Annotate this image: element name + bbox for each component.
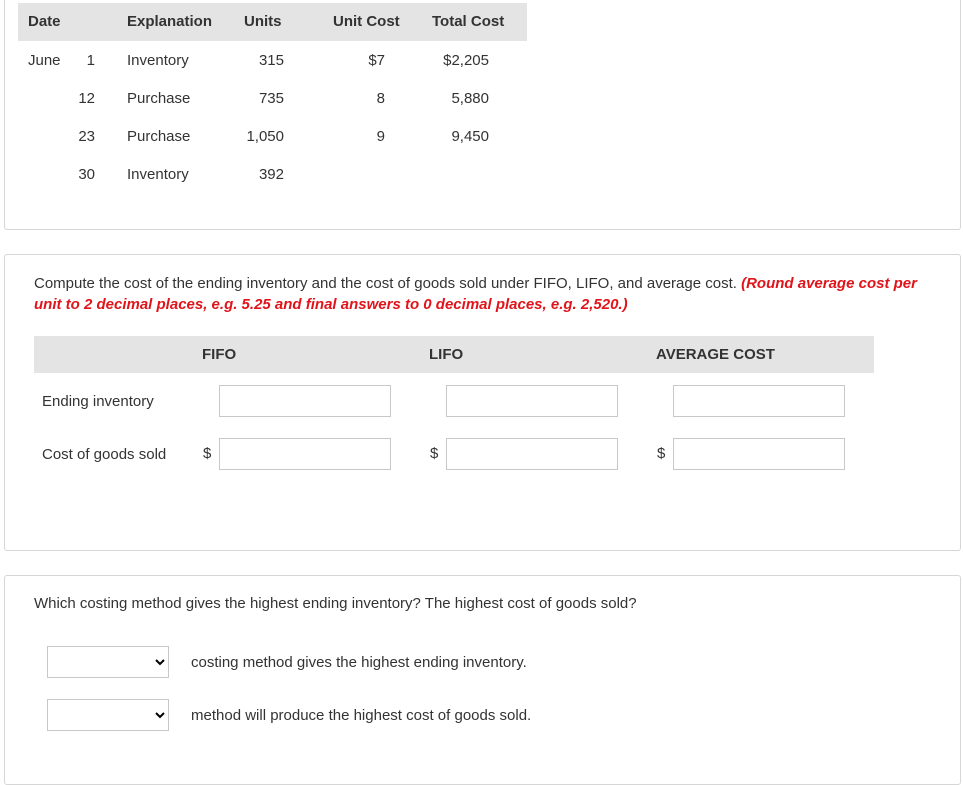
row-units: 1,050 <box>246 128 284 145</box>
row-explanation: Purchase <box>127 90 191 107</box>
select1-suffix: costing method gives the highest ending … <box>191 654 527 671</box>
row-unit-cost: 9 <box>376 128 385 145</box>
row-units: 315 <box>258 52 284 69</box>
fifo-ending-inventory-input[interactable] <box>219 385 391 417</box>
header-lifo: LIFO <box>429 346 464 363</box>
header-units: Units <box>244 13 282 30</box>
row-unit-cost: $7 <box>368 52 385 69</box>
instruction-text: Compute the cost of the ending inventory… <box>34 275 737 292</box>
label-ending-inventory: Ending inventory <box>42 393 154 410</box>
dollar-sign: $ <box>203 445 212 462</box>
select2-suffix: method will produce the highest cost of … <box>191 707 532 724</box>
row-unit-cost: 8 <box>376 90 385 107</box>
row-explanation: Inventory <box>127 52 189 69</box>
row-month: June <box>28 52 61 69</box>
rounding-note: (Round average cost per <box>741 275 917 292</box>
header-unit-cost: Unit Cost <box>333 13 400 30</box>
row-explanation: Purchase <box>127 128 191 145</box>
rounding-note-2: unit to 2 decimal places, e.g. 5.25 and … <box>34 296 628 313</box>
row-day: 1 <box>86 52 95 69</box>
highest-cogs-select[interactable] <box>47 699 169 731</box>
fifo-cogs-input[interactable] <box>219 438 391 470</box>
lifo-cogs-input[interactable] <box>446 438 618 470</box>
question-text: Which costing method gives the highest e… <box>34 595 637 612</box>
header-average-cost: AVERAGE COST <box>656 346 775 363</box>
row-day: 12 <box>78 90 95 107</box>
row-total-cost: $2,205 <box>443 52 489 69</box>
row-total-cost: 5,880 <box>451 90 489 107</box>
header-explanation: Explanation <box>127 13 213 30</box>
row-explanation: Inventory <box>127 166 189 183</box>
row-units: 392 <box>258 166 284 183</box>
header-date: Date <box>28 13 61 30</box>
avg-ending-inventory-input[interactable] <box>673 385 845 417</box>
highest-ending-inventory-select[interactable] <box>47 646 169 678</box>
instruction: Compute the cost of the ending inventory… <box>34 273 934 315</box>
dollar-sign: $ <box>657 445 666 462</box>
header-total-cost: Total Cost <box>432 13 505 30</box>
row-units: 735 <box>258 90 284 107</box>
dollar-sign: $ <box>430 445 439 462</box>
row-day: 30 <box>78 166 95 183</box>
label-cogs: Cost of goods sold <box>42 446 167 463</box>
row-day: 23 <box>78 128 95 145</box>
lifo-ending-inventory-input[interactable] <box>446 385 618 417</box>
avg-cogs-input[interactable] <box>673 438 845 470</box>
row-total-cost: 9,450 <box>451 128 489 145</box>
header-fifo: FIFO <box>202 346 237 363</box>
